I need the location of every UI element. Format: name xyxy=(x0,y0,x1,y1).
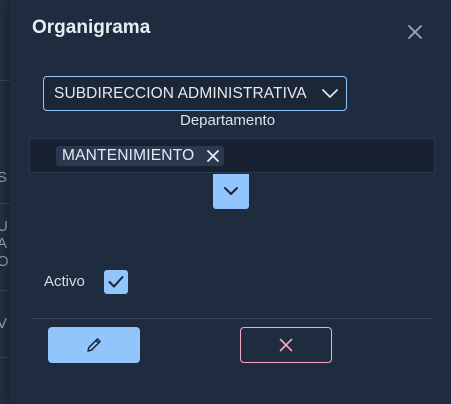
check-icon xyxy=(108,276,124,288)
background-divider xyxy=(0,80,10,81)
chevron-down-icon xyxy=(322,89,338,98)
background-text-fragment: V xyxy=(0,315,8,332)
chip-mantenimiento: MANTENIMIENTO xyxy=(56,146,225,166)
activo-label: Activo xyxy=(44,273,85,290)
departamento-multiselect[interactable]: MANTENIMIENTO xyxy=(29,138,435,173)
subdireccion-select[interactable]: SUBDIRECCION ADMINISTRATIVA xyxy=(43,76,347,111)
background-divider xyxy=(0,203,10,204)
footer-divider xyxy=(32,318,432,319)
departamento-dropdown-button[interactable] xyxy=(213,174,249,209)
departamento-label: Departamento xyxy=(180,112,276,129)
close-icon[interactable] xyxy=(206,149,220,163)
close-icon[interactable] xyxy=(406,23,424,41)
background-text-fragment: A xyxy=(0,235,8,252)
cancel-button[interactable] xyxy=(240,327,332,363)
background-divider xyxy=(0,290,10,291)
chevron-down-icon xyxy=(224,187,238,195)
background-divider xyxy=(0,357,10,358)
organigrama-dialog: Organigrama SUBDIRECCION ADMINISTRATIVA … xyxy=(10,0,451,404)
pencil-icon xyxy=(87,338,101,352)
background-text-fragment: S xyxy=(0,169,8,186)
dialog-title: Organigrama xyxy=(32,17,151,38)
edit-button[interactable] xyxy=(48,327,140,363)
select-value: SUBDIRECCION ADMINISTRATIVA xyxy=(54,85,307,102)
activo-checkbox[interactable] xyxy=(104,270,128,294)
chip-label: MANTENIMIENTO xyxy=(62,147,195,164)
background-page-edge: S U A O V xyxy=(0,0,10,404)
background-text-fragment: U xyxy=(0,218,8,235)
close-icon xyxy=(279,338,293,352)
background-text-fragment: O xyxy=(0,253,9,270)
